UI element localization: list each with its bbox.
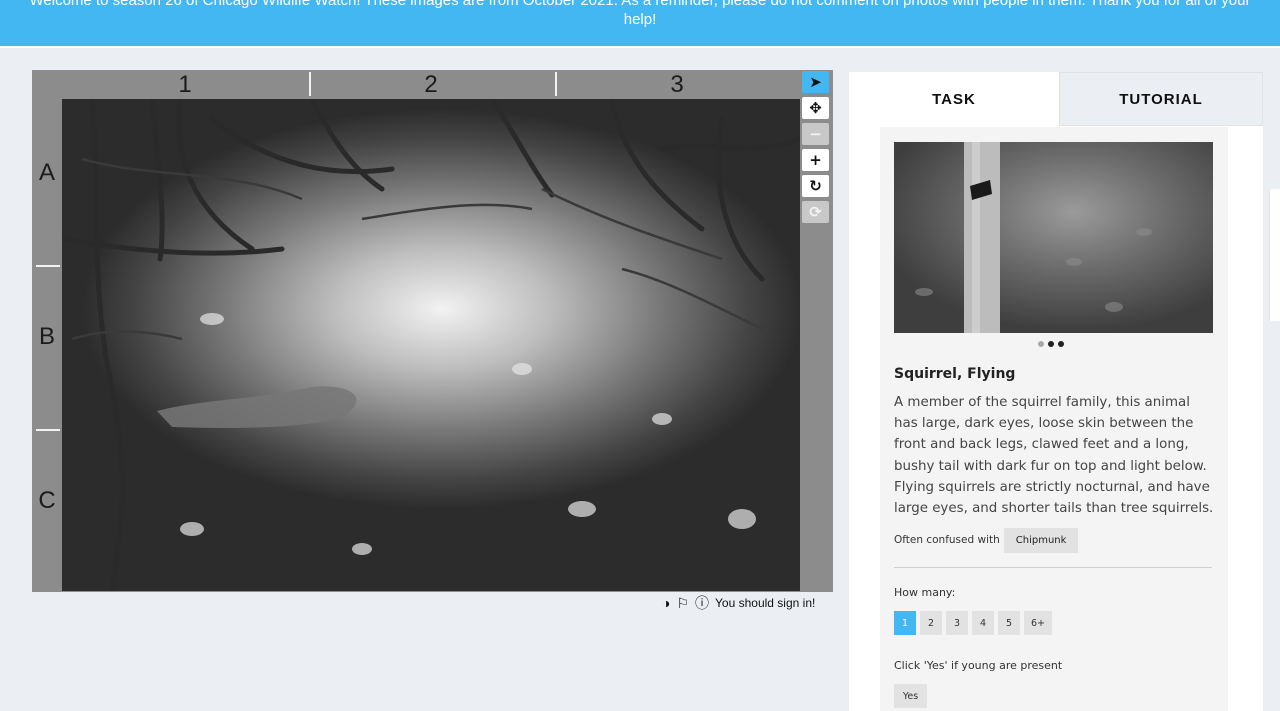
tab-task[interactable]: TASK bbox=[849, 72, 1059, 126]
count-option-3[interactable]: 3 bbox=[946, 611, 968, 635]
count-option-5[interactable]: 5 bbox=[998, 611, 1020, 635]
count-option-1[interactable]: 1 bbox=[894, 611, 916, 635]
species-example-photo bbox=[915, 142, 1152, 333]
how-many-label: How many: bbox=[894, 586, 956, 599]
count-option-6-plus[interactable]: 6+ bbox=[1024, 611, 1052, 635]
count-option-4[interactable]: 4 bbox=[972, 611, 994, 635]
carousel-dot[interactable] bbox=[1058, 341, 1064, 347]
subject-meta-bar: ◑ ⚐ ⓘ You should sign in! bbox=[662, 594, 834, 612]
grid-row-divider bbox=[36, 429, 60, 431]
grid-column-labels: 1 2 3 bbox=[62, 70, 800, 99]
grid-row-labels: A B C bbox=[32, 99, 62, 591]
young-present-label: Click 'Yes' if young are present bbox=[894, 659, 1063, 672]
banner-text-line-2: help! bbox=[623, 11, 657, 28]
species-example-image bbox=[894, 142, 1213, 333]
confused-with-label: Often confused with bbox=[894, 534, 1000, 546]
grid-row-label: C bbox=[38, 487, 56, 514]
grid-column-label: 1 bbox=[178, 71, 192, 98]
zoom-in-icon[interactable]: + bbox=[802, 149, 829, 171]
move-icon[interactable]: ✥ bbox=[802, 97, 829, 119]
grid-column-label: 2 bbox=[424, 71, 438, 98]
species-name: Squirrel, Flying bbox=[894, 366, 1016, 382]
sign-in-notice[interactable]: You should sign in! bbox=[715, 596, 815, 610]
carousel-dot[interactable] bbox=[1048, 341, 1054, 347]
tab-tutorial[interactable]: TUTORIAL bbox=[1059, 72, 1263, 126]
count-options: 1 2 3 4 5 6+ bbox=[894, 611, 1052, 635]
grid-row-label: A bbox=[38, 159, 55, 186]
young-yes-button[interactable]: Yes bbox=[894, 684, 927, 708]
pointer-icon[interactable]: ➤ bbox=[802, 71, 829, 93]
confused-with-chip[interactable]: Chipmunk bbox=[1003, 527, 1079, 553]
species-card: Squirrel, Flying A member of the squirre… bbox=[880, 127, 1228, 711]
info-icon[interactable]: ⓘ bbox=[695, 596, 709, 610]
grid-row-label: B bbox=[38, 323, 55, 350]
subject-viewer: 1 2 3 A B C bbox=[32, 70, 833, 592]
announcement-banner: Welcome to season 26 of Chicago Wildlife… bbox=[0, 0, 1280, 46]
grid-row-divider bbox=[36, 265, 60, 267]
confused-with-row: Often confused with Chipmunk bbox=[894, 527, 1079, 553]
carousel-dot[interactable] bbox=[1038, 341, 1044, 347]
count-option-2[interactable]: 2 bbox=[920, 611, 942, 635]
banner-divider bbox=[0, 46, 1280, 48]
carousel-dots bbox=[1038, 341, 1064, 347]
grid-column-label: 3 bbox=[670, 71, 684, 98]
grid-column-divider bbox=[309, 72, 311, 96]
rotate-icon[interactable]: ↻ bbox=[802, 175, 829, 197]
grid-column-divider bbox=[555, 72, 557, 96]
side-panel-edge bbox=[1269, 189, 1280, 321]
reset-icon[interactable]: ⟳ bbox=[802, 201, 829, 223]
divider bbox=[894, 567, 1212, 568]
flag-icon[interactable]: ⚐ bbox=[676, 596, 689, 610]
zoom-out-icon[interactable]: − bbox=[802, 123, 829, 145]
species-description: A member of the squirrel family, this an… bbox=[894, 395, 1214, 517]
contrast-icon[interactable]: ◑ bbox=[662, 596, 670, 610]
camera-trap-photo bbox=[62, 99, 800, 591]
subject-image[interactable] bbox=[62, 99, 800, 591]
